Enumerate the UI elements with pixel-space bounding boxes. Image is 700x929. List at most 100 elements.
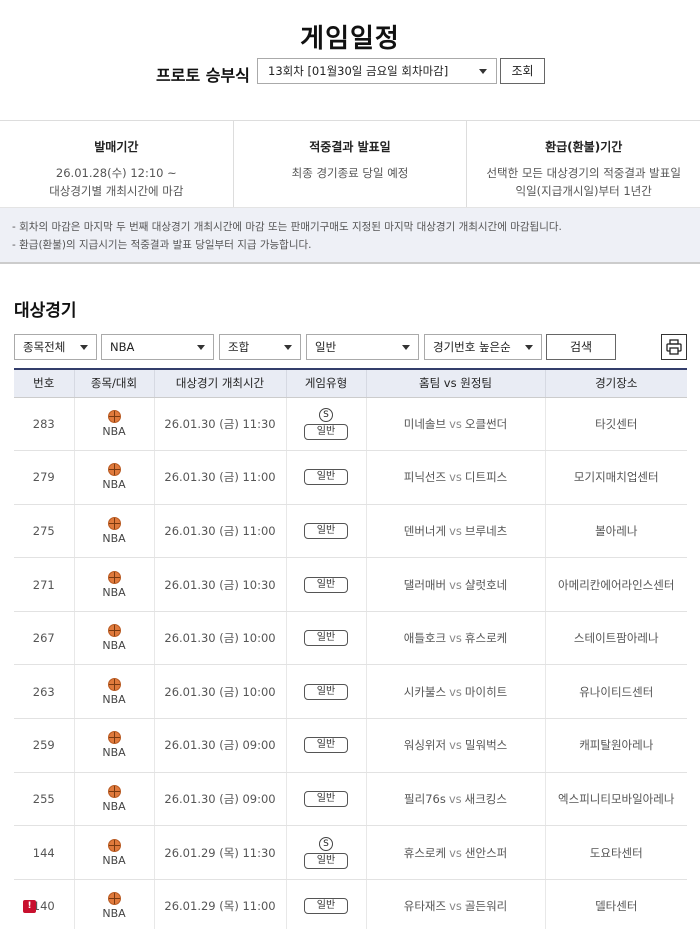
sport-cell: NBA [73, 772, 154, 827]
info-text: 26.01.28(수) 12:10 ~ [55, 166, 177, 180]
home-team: 댈러매버 [403, 577, 447, 592]
teams-cell[interactable]: 댈러매버 vs 샬럿호네 [365, 557, 545, 612]
table-row[interactable]: ! 140 NBA 26.01.29 (목) 11:00 일반 유타재즈 vs 골든워리 델타센… [14, 879, 687, 929]
table-row[interactable]: 271 NBA 26.01.30 (금) 10:30 일반 댈러매버 vs 샬럿호네 아메리칸… [14, 557, 687, 612]
game-time: 26.01.30 (금) 09:00 [153, 718, 286, 773]
teams-cell[interactable]: 휴스로케 vs 샌안스퍼 [365, 825, 545, 880]
league-name: NBA [102, 531, 126, 545]
teams-cell[interactable]: 시카불스 vs 마이히트 [365, 664, 545, 720]
sale-info-box: 발매기간 26.01.28(수) 12:10 ~ 대상경기별 개최시간에 마감 … [0, 120, 700, 208]
table-row[interactable]: 275 NBA 26.01.30 (금) 11:00 일반 덴버너게 vs 브루네츠 볼아레나 [14, 504, 687, 559]
sport-filter-value: 종목전체 [23, 340, 66, 354]
teams-cell[interactable]: 피닉선즈 vs 디트피스 [365, 450, 545, 505]
sort-filter-select[interactable]: 경기번호 높은순 [424, 334, 542, 360]
game-time: 26.01.29 (목) 11:30 [153, 825, 286, 880]
venue: 아메리칸에어라인스센터 [544, 557, 687, 612]
sport-cell: NBA [73, 450, 154, 505]
teams-cell[interactable]: 워싱위저 vs 밀워벅스 [365, 718, 545, 773]
home-team: 시카불스 [403, 684, 447, 699]
col-header-venue: 경기장소 [544, 368, 687, 398]
info-sale-period: 발매기간 26.01.28(수) 12:10 ~ 대상경기별 개최시간에 마감 [0, 121, 234, 207]
chevron-down-icon [80, 345, 88, 350]
league-name: NBA [102, 478, 126, 492]
basketball-icon [107, 570, 121, 584]
game-time: 26.01.30 (금) 10:30 [153, 557, 286, 612]
round-selector-row: 프로토 승부식 13회차 [01월30일 금요일 회차마감] 조회 [0, 58, 700, 86]
league-name: NBA [102, 424, 126, 438]
basketball-icon [107, 892, 121, 906]
vs-label: vs [449, 470, 462, 485]
sport-cell: NBA [73, 879, 154, 929]
game-type-cell: 일반 [285, 718, 366, 773]
game-number: 267 [32, 631, 55, 646]
game-number-cell: 263 [14, 664, 74, 720]
game-type-badge: 일반 [304, 576, 348, 593]
venue: 타깃센터 [544, 397, 687, 452]
bet-type-filter-select[interactable]: 조합 [219, 334, 301, 360]
print-button[interactable] [661, 334, 687, 360]
table-row[interactable]: 283 NBA 26.01.30 (금) 11:30 S 일반 미네솔브 vs 오클썬더 타깃센… [14, 397, 687, 452]
away-team: 오클썬더 [464, 416, 508, 431]
game-type-badge: 일반 [304, 790, 348, 807]
vs-label: vs [449, 899, 462, 914]
game-number: 271 [32, 577, 55, 592]
chevron-down-icon [402, 345, 410, 350]
round-select[interactable]: 13회차 [01월30일 금요일 회차마감] [257, 58, 497, 84]
teams-cell[interactable]: 유타재즈 vs 골든워리 [365, 879, 545, 929]
basketball-icon [107, 409, 121, 423]
sport-cell: NBA [73, 718, 154, 773]
game-type-badge: 일반 [304, 898, 348, 915]
game-number: 275 [32, 523, 55, 538]
game-number-cell: 271 [14, 557, 74, 612]
game-type-cell: 일반 [285, 450, 366, 505]
game-time: 26.01.30 (금) 11:00 [153, 504, 286, 559]
away-team: 샌안스퍼 [464, 845, 508, 860]
sport-cell: NBA [73, 504, 154, 559]
game-type-cell: 일반 [285, 557, 366, 612]
printer-icon [666, 339, 682, 355]
game-number: 144 [32, 845, 55, 860]
game-number-cell: 255 [14, 772, 74, 827]
query-button[interactable]: 조회 [500, 58, 545, 84]
table-row[interactable]: 267 NBA 26.01.30 (금) 10:00 일반 애틀호크 vs 휴스로케 스테이트… [14, 611, 687, 666]
teams-cell[interactable]: 애틀호크 vs 휴스로케 [365, 611, 545, 666]
bet-type-filter-value: 조합 [228, 340, 250, 354]
away-team: 골든워리 [464, 899, 508, 914]
venue: 볼아레나 [544, 504, 687, 559]
teams-cell[interactable]: 덴버너게 vs 브루네츠 [365, 504, 545, 559]
game-type-cell: S 일반 [285, 825, 366, 880]
game-number-cell: 144 [14, 825, 74, 880]
table-row[interactable]: 263 NBA 26.01.30 (금) 10:00 일반 시카불스 vs 마이히트 유나이티… [14, 664, 687, 720]
table-row[interactable]: 255 NBA 26.01.30 (금) 09:00 일반 필리76s vs 새크킹스 엑스피… [14, 772, 687, 827]
search-button[interactable]: 검색 [546, 334, 616, 360]
table-row[interactable]: 279 NBA 26.01.30 (금) 11:00 일반 피닉선즈 vs 디트피스 모기지매… [14, 450, 687, 505]
table-row[interactable]: 259 NBA 26.01.30 (금) 09:00 일반 워싱위저 vs 밀워벅스 캐피탈원… [14, 718, 687, 773]
vs-label: vs [449, 416, 462, 431]
teams-cell[interactable]: 필리76s vs 새크킹스 [365, 772, 545, 827]
venue: 엑스피니티모바일아레나 [544, 772, 687, 827]
info-text: 익일(지급개시일)부터 1년간 [515, 184, 652, 198]
game-number-cell: 275 [14, 504, 74, 559]
teams-cell[interactable]: 미네솔브 vs 오클썬더 [365, 397, 545, 452]
basketball-icon [107, 463, 121, 477]
chevron-down-icon [197, 345, 205, 350]
col-header-game-type: 게임유형 [285, 368, 366, 398]
game-number: 255 [32, 791, 55, 806]
away-team: 샬럿호네 [464, 577, 508, 592]
sport-filter-select[interactable]: 종목전체 [14, 334, 97, 360]
table-row[interactable]: 144 NBA 26.01.29 (목) 11:30 S 일반 휴스로케 vs 샌안스퍼 도요타… [14, 825, 687, 880]
home-team: 피닉선즈 [403, 470, 447, 485]
game-time: 26.01.30 (금) 09:00 [153, 772, 286, 827]
game-number-cell: 279 [14, 450, 74, 505]
vs-label: vs [449, 684, 462, 699]
game-type-cell: 일반 [285, 879, 366, 929]
game-type-cell: 일반 [285, 611, 366, 666]
venue: 모기지매치업센터 [544, 450, 687, 505]
league-filter-select[interactable]: NBA [101, 334, 214, 360]
special-s-icon: S [319, 836, 333, 851]
game-type-filter-select[interactable]: 일반 [306, 334, 419, 360]
vs-label: vs [449, 577, 462, 592]
venue: 스테이트팜아레나 [544, 611, 687, 666]
basketball-icon [107, 516, 121, 530]
basketball-icon [107, 624, 121, 638]
